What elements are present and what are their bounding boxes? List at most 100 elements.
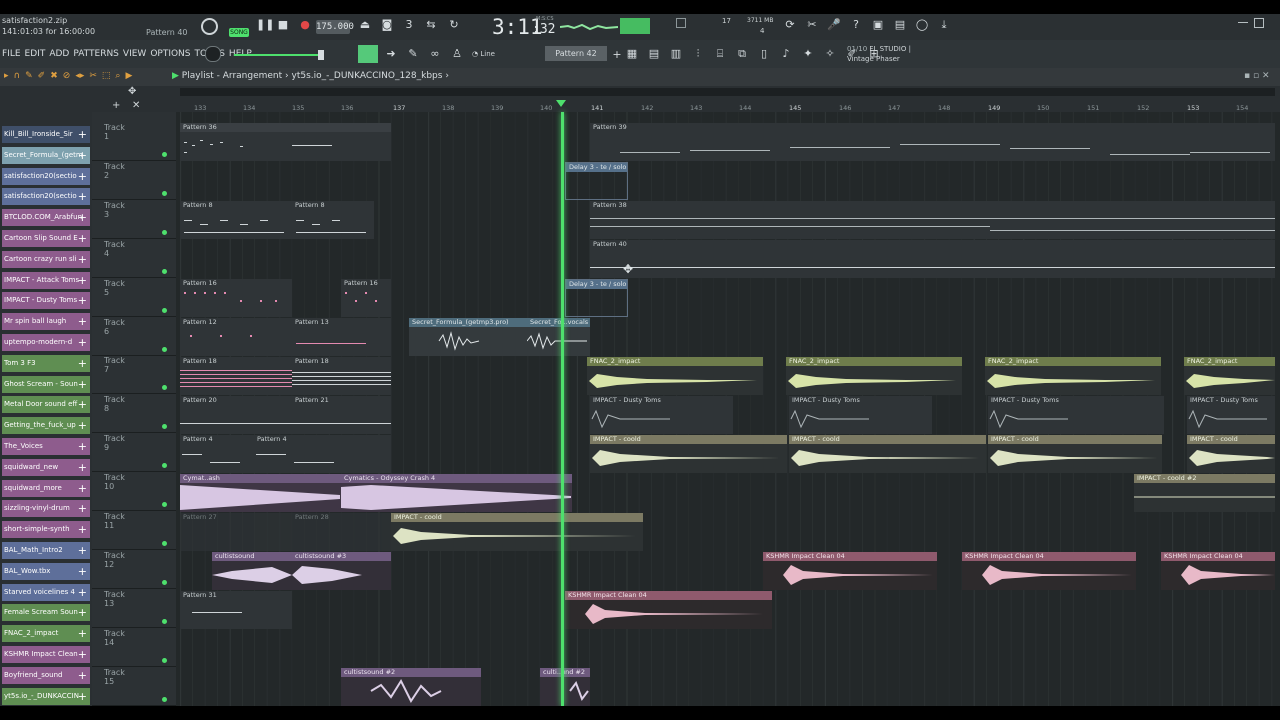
channel-button[interactable]: BTCLOD.COM_Arabfun + [2, 209, 90, 227]
track-mute-led[interactable] [162, 346, 167, 352]
close-icon[interactable]: ✕ [1262, 71, 1270, 81]
channel-button[interactable]: Cartoon Slip Sound E + [2, 230, 90, 247]
track-mute-led[interactable] [162, 696, 167, 702]
tempo-display[interactable]: 175.000 [316, 20, 354, 34]
stop-button[interactable]: ■ [276, 18, 290, 32]
channel-button[interactable]: satisfaction20(sectio + [2, 188, 90, 206]
audio-clip[interactable]: cultistsound [212, 552, 292, 590]
audio-clip[interactable]: culti..und #2 [540, 668, 590, 706]
magnet-icon[interactable]: ∩ [14, 71, 21, 81]
record-button[interactable]: ● [298, 18, 312, 32]
delete-tool-icon[interactable]: ✖ [50, 71, 58, 81]
channel-button[interactable]: yt5s.io_-_DUNKACCIN + [2, 687, 90, 705]
playhead-line[interactable] [561, 112, 564, 706]
channel-button[interactable]: squidward_new + [2, 458, 90, 476]
track-mute-led[interactable] [162, 618, 167, 624]
add-channel-icon[interactable]: + [78, 688, 87, 705]
pattern-clip[interactable]: Pattern 18 [180, 357, 292, 395]
channel-rack-icon[interactable]: ▤ [647, 47, 661, 61]
refresh-button[interactable]: ⟳ [783, 18, 797, 32]
channel-button[interactable]: Getting_the_fuck_up + [2, 417, 90, 435]
menu-view[interactable]: VIEW [123, 49, 146, 59]
pattern-clip[interactable]: Pattern 18 [292, 357, 391, 395]
add-channel-icon[interactable]: + [78, 396, 87, 413]
overview-bar[interactable] [180, 88, 1275, 96]
add-channel-icon[interactable]: + [78, 251, 87, 268]
master-pitch-knob[interactable] [205, 46, 221, 62]
audio-clip[interactable]: IMPACT - coold [988, 435, 1162, 473]
channel-button[interactable]: BAL_Math_Intro2 + [2, 542, 90, 559]
countdown-button[interactable]: 3 [402, 18, 416, 32]
add-channel-icon[interactable]: + [78, 209, 87, 226]
pattern-clip[interactable]: Pattern 21 [292, 396, 391, 434]
unlink-button[interactable]: ✂ [805, 18, 819, 32]
channel-button[interactable]: IMPACT - Attack Toms + [2, 271, 90, 289]
mic-button[interactable]: 🎤 [827, 18, 841, 32]
channel-button[interactable]: Tom 3 F3 + [2, 354, 90, 372]
pattern-clip[interactable]: Pattern 38 [590, 201, 1275, 239]
brush-tool-icon[interactable]: ✐ [38, 71, 46, 81]
menu-patterns[interactable]: PATTERNS [73, 49, 119, 59]
mute-tool-icon[interactable]: ⊘ [63, 71, 71, 81]
browser-icon[interactable]: ⌸ [713, 47, 727, 61]
song-mode-badge[interactable]: SONG [229, 28, 249, 37]
track-label[interactable]: Track 5 [104, 279, 125, 297]
audio-clip[interactable]: KSHMR Impact Clean 04 [565, 591, 772, 629]
select-tool-icon[interactable]: ⬚ [102, 71, 111, 81]
pattern-clip[interactable]: Pattern 36 [180, 123, 391, 161]
pattern-clip[interactable]: Pattern 31 [180, 591, 292, 629]
audio-clip[interactable]: KSHMR Impact Clean 04 [962, 552, 1136, 590]
track-label[interactable]: Track 1 [104, 123, 125, 141]
pattern-clip[interactable]: Pattern 4 [180, 435, 254, 473]
channel-button[interactable]: Secret_Formula_(getm + [2, 146, 90, 164]
menu-edit[interactable]: EDIT [25, 49, 46, 59]
audio-clip[interactable]: Cymatics - Odyssey Crash 4 [341, 474, 572, 512]
add-channel-icon[interactable]: + [78, 376, 87, 393]
add-channel-icon[interactable]: + [78, 355, 87, 372]
add-pattern-button[interactable]: + [610, 48, 624, 62]
mixer-icon[interactable]: ⫶ [691, 47, 705, 61]
track-mute-led[interactable] [162, 152, 167, 157]
pattern-clip[interactable]: Pattern 12 [180, 318, 292, 356]
add-channel-icon[interactable]: + [78, 667, 87, 684]
automation-clip[interactable]: Delay 3 - te / solo [565, 279, 628, 317]
link-tool-button[interactable]: ∞ [428, 47, 442, 61]
close-track-icon[interactable]: ✕ [132, 100, 140, 111]
add-track-icon[interactable]: + [112, 100, 120, 111]
help-button[interactable]: ? [849, 18, 863, 32]
audio-clip[interactable]: IMPACT - coold [391, 513, 643, 551]
add-channel-icon[interactable]: + [78, 313, 87, 330]
add-channel-icon[interactable]: + [78, 542, 87, 559]
add-channel-icon[interactable]: + [78, 500, 87, 517]
channel-button[interactable]: Starved voicelines 4 + [2, 583, 90, 601]
track-label[interactable]: Track 12 [104, 551, 125, 569]
add-channel-icon[interactable]: + [78, 521, 87, 538]
channel-button[interactable]: Cartoon crazy run sli + [2, 250, 90, 268]
playback-tool-icon[interactable]: ▶ [125, 71, 132, 81]
master-volume-slider[interactable] [234, 54, 324, 56]
arrow-button[interactable]: ➜ [384, 47, 398, 61]
audio-clip[interactable]: FNAC_2_impact [587, 357, 763, 395]
audio-clip[interactable]: IMPACT - Dusty Toms [590, 396, 733, 434]
save-button[interactable]: ▣ [871, 18, 885, 32]
wand-icon[interactable]: ✦ [801, 47, 815, 61]
master-volume-handle[interactable] [318, 50, 324, 60]
audio-clip[interactable]: FNAC_2_impact [985, 357, 1161, 395]
add-channel-icon[interactable]: + [78, 334, 87, 351]
track-label[interactable]: Track 7 [104, 356, 125, 374]
audio-icon[interactable]: ♪ [779, 47, 793, 61]
track-label[interactable]: Track 4 [104, 240, 125, 258]
pattern-selector[interactable]: Pattern 42 [545, 46, 607, 61]
blend-notes-button[interactable]: ⇆ [424, 18, 438, 32]
muted-pattern-clip[interactable]: Pattern 27 [180, 513, 292, 551]
pattern-clip[interactable]: Pattern 20 [180, 396, 292, 434]
audio-clip[interactable]: IMPACT - coold [789, 435, 986, 473]
loop-record-button[interactable]: ↻ [447, 18, 461, 32]
channel-button[interactable]: Metal Door sound eff + [2, 396, 90, 414]
minimize-icon[interactable] [1238, 22, 1248, 23]
audio-clip[interactable]: cultistsound #3 [292, 552, 391, 590]
track-label[interactable]: Track 10 [104, 473, 125, 491]
shrink-icon[interactable]: ▪ [1244, 71, 1250, 81]
audio-clip[interactable]: cultistsound #2 [341, 668, 481, 706]
track-mute-led[interactable] [162, 541, 167, 546]
